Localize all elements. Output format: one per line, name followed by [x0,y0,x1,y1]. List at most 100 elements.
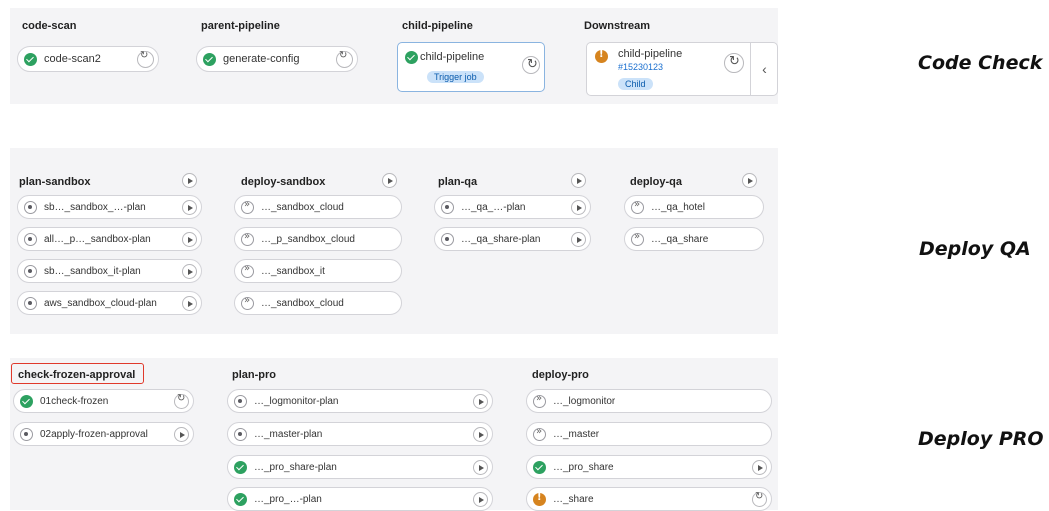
job-plan-pro-3[interactable]: …_pro_share-plan [227,455,493,479]
job-01check-frozen[interactable]: 01check-frozen [13,389,194,413]
job-name: generate-config [223,53,300,65]
play-icon[interactable] [473,427,488,442]
job-deploy-sandbox-2[interactable]: …_p_sandbox_cloud [234,227,402,251]
play-icon[interactable] [752,460,767,475]
job-name: child-pipeline [420,51,485,63]
manual-status-icon [241,263,254,278]
job-name: code-scan2 [44,53,101,65]
job-plan-sandbox-3[interactable]: sb…_sandbox_it-plan [17,259,202,283]
job-plan-sandbox-4[interactable]: aws_sandbox_cloud-plan [17,291,202,315]
play-icon[interactable] [473,492,488,507]
stage-title: plan-sandbox [19,176,91,188]
play-icon[interactable] [182,296,197,311]
chevron-left-icon[interactable]: ‹ [750,42,778,96]
job-plan-sandbox-1[interactable]: sb…_sandbox_…-plan [17,195,202,219]
job-name: …_sandbox_cloud [261,297,344,309]
play-icon[interactable] [473,460,488,475]
play-icon[interactable] [571,200,586,215]
trigger-job-badge: Trigger job [427,71,484,83]
created-status-icon [20,427,33,441]
stage-title: deploy-pro [532,369,589,381]
job-name: …_qa_share [651,233,709,245]
success-status-icon [20,394,33,408]
job-deploy-qa-1[interactable]: …_qa_hotel [624,195,764,219]
warning-status-icon [595,49,608,63]
job-name: …_sandbox_it [261,265,325,277]
job-plan-sandbox-2[interactable]: all…_p…_sandbox-plan [17,227,202,251]
retry-icon[interactable] [522,56,540,74]
stage-title: check-frozen-approval [18,369,136,381]
child-badge: Child [618,78,653,90]
job-name: …_master [553,428,600,440]
manual-status-icon [241,231,254,246]
play-all-icon[interactable] [182,173,197,188]
job-plan-pro-4[interactable]: …_pro_…-plan [227,487,493,511]
job-plan-qa-1[interactable]: …_qa_…-plan [434,195,591,219]
stage-title: plan-pro [232,369,276,381]
job-name: …_pro_share-plan [254,461,337,473]
job-name: …_logmonitor-plan [254,395,339,407]
retry-icon[interactable] [752,491,767,507]
manual-status-icon [631,199,644,214]
retry-icon[interactable] [724,53,744,73]
warning-status-icon [533,492,546,506]
job-name: …_master-plan [254,428,323,440]
job-deploy-pro-4[interactable]: …_share [526,487,772,511]
play-icon[interactable] [182,232,197,247]
job-code-scan2[interactable]: code-scan2 [17,46,159,72]
job-child-pipeline-trigger[interactable]: child-pipeline Trigger job [397,42,545,92]
retry-icon[interactable] [137,50,154,68]
manual-status-icon [631,231,644,246]
job-name: …_qa_…-plan [461,201,526,213]
job-generate-config[interactable]: generate-config [196,46,358,72]
play-icon[interactable] [182,264,197,279]
created-status-icon [234,394,247,408]
created-status-icon [24,264,37,278]
job-deploy-qa-2[interactable]: …_qa_share [624,227,764,251]
job-name: …_qa_share-plan [461,233,541,245]
job-deploy-sandbox-1[interactable]: …_sandbox_cloud [234,195,402,219]
job-plan-qa-2[interactable]: …_qa_share-plan [434,227,591,251]
job-deploy-pro-3[interactable]: …_pro_share [526,455,772,479]
stage-title: plan-qa [438,176,478,188]
created-status-icon [24,200,37,214]
side-label-deploy-qa: Deploy QA [919,238,1031,260]
job-deploy-pro-2[interactable]: …_master [526,422,772,446]
job-02apply-frozen-approval[interactable]: 02apply-frozen-approval [13,422,194,446]
job-name: …_sandbox_cloud [261,201,344,213]
manual-status-icon [241,295,254,310]
retry-icon[interactable] [336,50,353,68]
downstream-child-pipeline-card[interactable]: child-pipeline #15230123 Child ‹ [586,42,778,96]
success-status-icon [405,51,418,64]
created-status-icon [441,200,454,214]
created-status-icon [24,232,37,246]
retry-icon[interactable] [174,393,189,409]
play-icon[interactable] [571,232,586,247]
play-icon[interactable] [174,427,189,442]
job-plan-pro-2[interactable]: …_master-plan [227,422,493,446]
job-deploy-sandbox-4[interactable]: …_sandbox_cloud [234,291,402,315]
job-name: aws_sandbox_cloud-plan [44,297,157,309]
play-icon[interactable] [182,200,197,215]
job-plan-pro-1[interactable]: …_logmonitor-plan [227,389,493,413]
success-status-icon [234,460,247,474]
job-name: …_pro_share [553,461,614,473]
stage-title: child-pipeline [402,20,473,32]
stage-title: parent-pipeline [201,20,280,32]
manual-status-icon [533,426,546,441]
manual-status-icon [533,393,546,408]
job-deploy-pro-1[interactable]: …_logmonitor [526,389,772,413]
created-status-icon [234,427,247,441]
stage-title: deploy-sandbox [241,176,326,188]
play-all-icon[interactable] [382,173,397,188]
play-all-icon[interactable] [742,173,757,188]
stage-title: Downstream [584,20,651,32]
downstream-pipeline-link[interactable]: #15230123 [618,62,663,72]
job-name: all…_p…_sandbox-plan [44,233,151,245]
success-status-icon [24,52,37,66]
job-deploy-sandbox-3[interactable]: …_sandbox_it [234,259,402,283]
play-icon[interactable] [473,394,488,409]
created-status-icon [24,296,37,310]
job-name: 01check-frozen [40,395,109,407]
play-all-icon[interactable] [571,173,586,188]
